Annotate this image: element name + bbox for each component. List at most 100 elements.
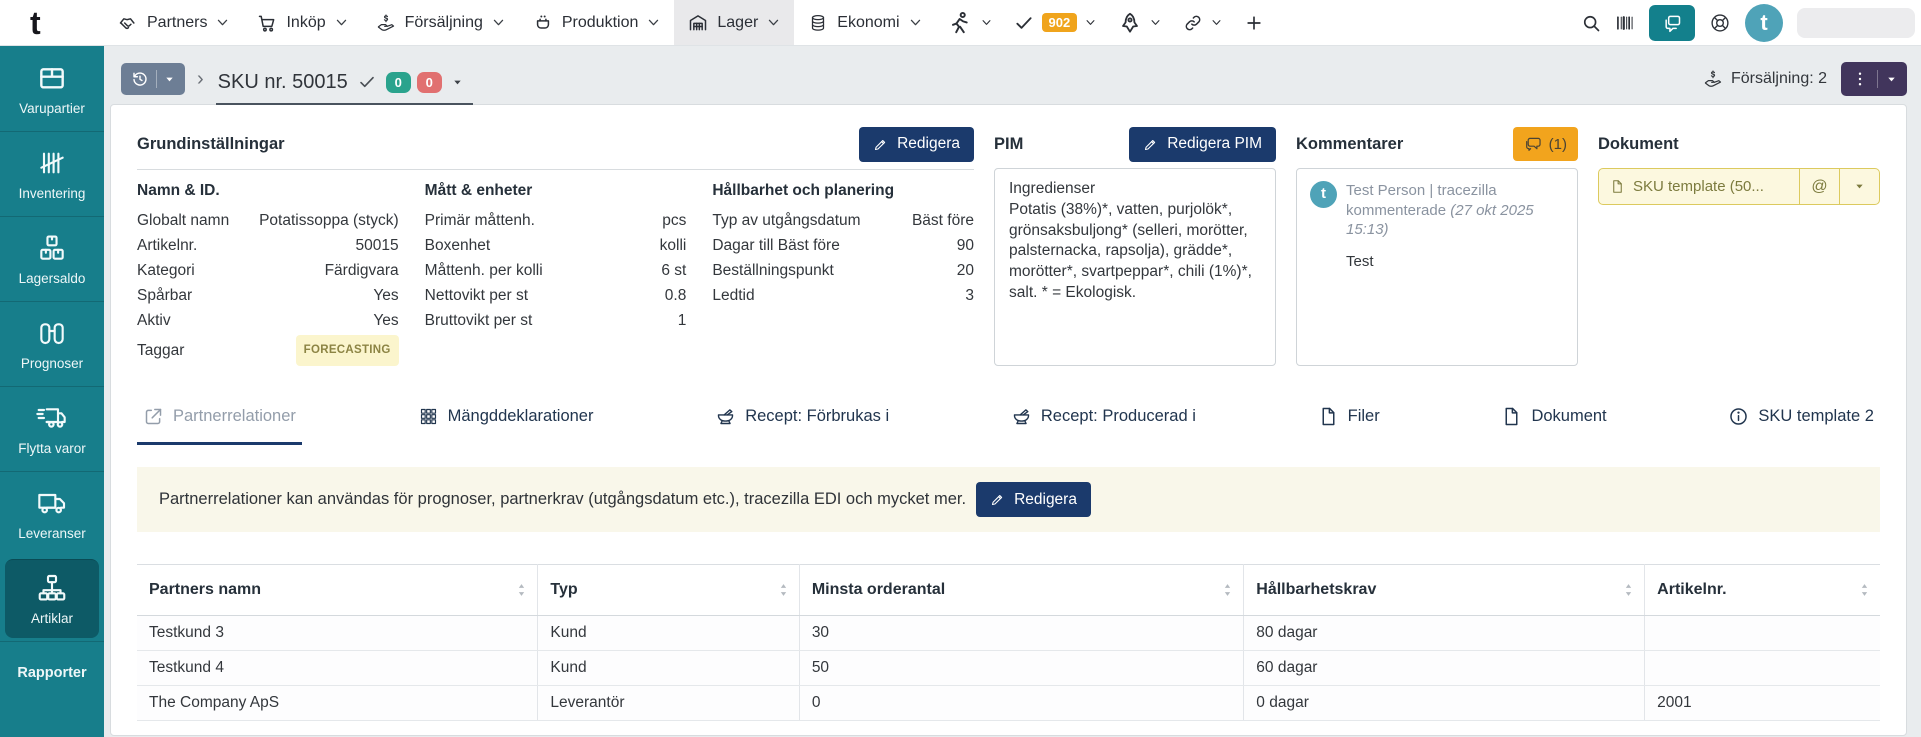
tally-icon xyxy=(36,147,68,179)
forecasting-tag: FORECASTING xyxy=(296,335,399,366)
breadcrumb[interactable]: SKU nr. 50015 0 0 xyxy=(216,67,473,105)
nav-produktion[interactable]: Produktion xyxy=(519,0,675,45)
nav-rocket-menu[interactable] xyxy=(1107,0,1172,45)
sitemap-icon xyxy=(36,572,68,604)
sales-count-label: Försäljning: 2 xyxy=(1731,70,1827,88)
sidebar-label: Flytta varor xyxy=(18,441,86,456)
table-row[interactable]: Testkund 3 Kund 30 80 dagar xyxy=(137,616,1880,651)
history-button[interactable] xyxy=(121,63,185,95)
sidebar-item-inventering[interactable]: Inventering xyxy=(0,131,104,216)
general-settings-section: Grundinställningar Redigera Namn & ID. G… xyxy=(137,125,974,366)
caret-down-icon xyxy=(452,77,463,88)
nav-link-menu[interactable] xyxy=(1172,0,1233,45)
sales-count-link[interactable]: Försäljning: 2 xyxy=(1703,69,1827,89)
history-icon xyxy=(131,70,149,88)
tab-dokument[interactable]: Dokument xyxy=(1495,400,1612,442)
tab-recept-producerad[interactable]: Recept: Producerad i xyxy=(1005,400,1202,442)
info-banner-text: Partnerrelationer kan användas för progn… xyxy=(159,490,966,509)
chevron-down-icon xyxy=(647,16,660,29)
nav-tasks-menu[interactable]: 902 xyxy=(1003,0,1108,45)
user-name-pill[interactable] xyxy=(1797,8,1915,38)
edit-partner-relations-button[interactable]: Redigera xyxy=(976,482,1091,517)
sidebar: Varupartier Inventering Lagersaldo Progn… xyxy=(0,46,104,737)
column-header-partners-namn[interactable]: Partners namn xyxy=(137,565,538,616)
plus-icon xyxy=(1244,13,1264,33)
nav-label: Inköp xyxy=(286,14,325,32)
sidebar-item-rapporter[interactable]: Rapporter xyxy=(0,641,104,703)
sidebar-item-varupartier[interactable]: Varupartier xyxy=(0,46,104,131)
comment-body: Test xyxy=(1346,252,1564,272)
table-row[interactable]: The Company ApS Leverantör 0 0 dagar 200… xyxy=(137,686,1880,721)
sort-icon[interactable] xyxy=(1221,583,1234,598)
file-icon xyxy=(1501,406,1522,427)
sku-template-button[interactable]: SKU template (50... xyxy=(1599,169,1799,204)
tab-filer[interactable]: Filer xyxy=(1312,400,1386,442)
pencil-icon xyxy=(873,137,888,152)
user-avatar[interactable]: t xyxy=(1745,4,1783,42)
search-button[interactable] xyxy=(1581,13,1601,33)
pencil-icon xyxy=(990,492,1005,507)
sort-icon[interactable] xyxy=(1858,583,1871,598)
comments-count-button[interactable]: (1) xyxy=(1513,127,1578,161)
column-header-hallbarhetskrav[interactable]: Hållbarhetskrav xyxy=(1244,565,1645,616)
nav-partners[interactable]: Partners xyxy=(104,0,243,45)
logo-letter: t xyxy=(30,7,41,39)
app-logo[interactable]: t xyxy=(0,0,104,45)
chat-button[interactable] xyxy=(1649,5,1695,41)
chevron-down-icon xyxy=(216,16,229,29)
chevron-down-icon xyxy=(909,16,922,29)
sidebar-item-lagersaldo[interactable]: Lagersaldo xyxy=(0,216,104,301)
external-link-icon xyxy=(143,406,164,427)
more-actions-button[interactable] xyxy=(1841,62,1907,96)
ingredients-text: Potatis (38%)*, vatten, purjolök*, gröns… xyxy=(1009,200,1261,304)
tab-mangddeklarationer[interactable]: Mängddeklarationer xyxy=(412,400,600,442)
edit-general-button[interactable]: Redigera xyxy=(859,127,974,162)
chevron-down-icon xyxy=(1085,17,1096,28)
column-header-artikelnr[interactable]: Artikelnr. xyxy=(1645,565,1880,616)
sidebar-item-artiklar[interactable]: Artiklar xyxy=(5,559,99,638)
chat-icon xyxy=(1662,13,1682,33)
tab-recept-forbrukas[interactable]: Recept: Förbrukas i xyxy=(709,400,895,442)
document-mail-button[interactable]: @ xyxy=(1799,169,1839,204)
check-icon xyxy=(358,73,376,91)
tab-sku-template-2[interactable]: SKU template 2 xyxy=(1722,400,1880,442)
sort-icon[interactable] xyxy=(1622,583,1635,598)
page-header: › SKU nr. 50015 0 0 Försäljning: 2 xyxy=(107,54,1907,104)
nav-forsaljning[interactable]: Försäljning xyxy=(362,0,519,45)
sidebar-item-flytta-varor[interactable]: Flytta varor xyxy=(0,386,104,471)
tab-partnerrelationer[interactable]: Partnerrelationer xyxy=(137,400,302,445)
help-button[interactable] xyxy=(1709,12,1731,34)
edit-pim-button[interactable]: Redigera PIM xyxy=(1129,127,1276,162)
nav-ekonomi[interactable]: Ekonomi xyxy=(794,0,935,45)
barcode-button[interactable] xyxy=(1615,13,1635,33)
table-row[interactable]: Testkund 4 Kund 50 60 dagar xyxy=(137,651,1880,686)
comments-section: Kommentarer (1) t Test Person | t xyxy=(1296,125,1578,366)
section-title: Dokument xyxy=(1598,135,1679,154)
nav-inkop[interactable]: Inköp xyxy=(243,0,361,45)
column-header-typ[interactable]: Typ xyxy=(538,565,799,616)
sort-icon[interactable] xyxy=(777,583,790,598)
page-title: SKU nr. 50015 xyxy=(218,71,348,94)
nav-runner-menu[interactable] xyxy=(936,0,1003,45)
nav-label: Ekonomi xyxy=(837,14,899,32)
breadcrumb-separator: › xyxy=(197,68,204,91)
sidebar-item-leveranser[interactable]: Leveranser xyxy=(0,471,104,556)
sidebar-label: Lagersaldo xyxy=(19,271,86,286)
sort-icon[interactable] xyxy=(515,583,528,598)
document-dropdown-button[interactable] xyxy=(1839,169,1879,204)
caret-down-icon xyxy=(1854,181,1865,192)
chevron-down-icon xyxy=(1211,17,1222,28)
mortar-icon xyxy=(715,406,736,427)
status-badge-red: 0 xyxy=(417,72,442,93)
package-icon xyxy=(36,62,68,94)
sidebar-item-prognoser[interactable]: Prognoser xyxy=(0,301,104,386)
nav-add-button[interactable] xyxy=(1233,0,1275,45)
documents-section: Dokument SKU template (50... @ xyxy=(1598,125,1880,366)
nav-lager[interactable]: Lager xyxy=(674,0,794,45)
nav-label: Produktion xyxy=(562,14,639,32)
section-title: Grundinställningar xyxy=(137,135,285,154)
truck-fast-icon xyxy=(36,402,68,434)
runner-icon xyxy=(947,10,973,36)
binoculars-icon xyxy=(36,317,68,349)
column-header-minsta-orderantal[interactable]: Minsta orderantal xyxy=(799,565,1243,616)
